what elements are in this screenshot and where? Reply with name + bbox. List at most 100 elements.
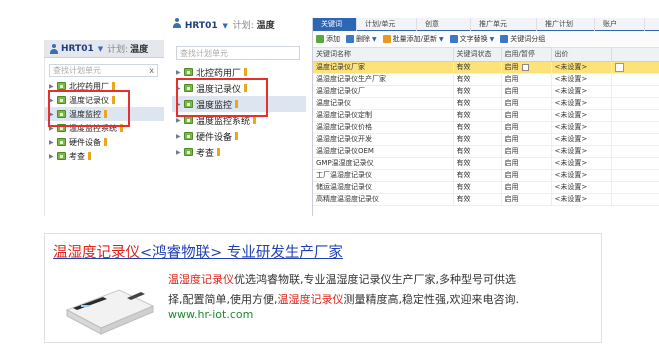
enabled-cell[interactable]: 启用 [501,145,552,158]
table-row[interactable]: 温湿度记录仪开发 有效 启用 <未设置> [313,133,659,146]
table-row[interactable]: 温湿度记录仪生产厂家 有效 启用 <未设置> [313,73,659,86]
tree-item[interactable]: ▶ 温度监控系统 [172,112,306,128]
table-row[interactable]: 温湿度记录仪价格 有效 启用 <未设置> [313,121,659,134]
bid-cell[interactable]: <未设置> [551,121,612,134]
column-header[interactable]: 关键词名称 [313,48,454,62]
tab-creative[interactable]: 创意 [417,18,471,31]
edit-cell[interactable] [611,193,659,206]
expand-arrow-icon[interactable]: ▶ [49,139,56,146]
status-cell[interactable]: 有效 [453,133,502,146]
chevron-down-icon[interactable]: ▼ [372,36,377,43]
enabled-cell[interactable]: 启用 [501,109,552,122]
status-cell[interactable]: 有效 [453,61,502,74]
edit-cell[interactable] [611,97,659,110]
delete-button[interactable]: 删除 ▼ [346,34,377,44]
edit-icon[interactable] [614,62,624,72]
keyword-cell[interactable]: 温度记录仪厂家 [313,61,454,74]
keyword-cell[interactable]: GMP温湿度记录仪 [313,157,454,170]
enabled-cell[interactable]: 启用 [501,73,552,86]
status-cell[interactable]: 有效 [453,73,502,86]
tree-item[interactable]: ▶ 考查 [45,149,164,163]
chevron-down-icon[interactable]: ▼ [222,22,227,30]
search-input[interactable]: 查找计划单元 [176,46,300,60]
keyword-cell[interactable]: 温湿度记录仪定制 [313,109,454,122]
status-cell[interactable]: 有效 [453,109,502,122]
table-row[interactable]: 工厂温湿度记录仪 有效 启用 <未设置> [313,169,659,182]
keyword-cell[interactable]: 温湿度记录仪生产厂家 [313,73,454,86]
enabled-cell[interactable]: 启用 [501,61,552,74]
bid-cell[interactable]: <未设置> [551,133,612,146]
column-header[interactable]: 关键词状态 [453,48,502,62]
chevron-down-icon[interactable]: ▼ [98,45,103,53]
table-row[interactable]: 温湿度记录仪OEM 有效 启用 <未设置> [313,145,659,158]
expand-arrow-icon[interactable]: ▶ [49,83,56,90]
add-button[interactable]: 添加 [316,34,340,44]
tree-item[interactable]: ▶ 北控药用厂 [172,64,306,80]
keyword-cell[interactable]: 储运温湿度记录仪 [313,181,454,194]
tree-item[interactable]: ▶ 硬件设备 [45,135,164,149]
tree-item[interactable]: ▶ 温度记录仪 [45,93,164,107]
expand-arrow-icon[interactable]: ▶ [49,153,56,160]
tree-item-selected[interactable]: ▶ 温度监控 [172,96,306,112]
bid-cell[interactable]: <未设置> [551,169,612,182]
keyword-cell[interactable]: 高精度温湿度记录仪 [313,193,454,206]
keyword-cell[interactable]: 温度记录仪 [313,97,454,110]
enabled-cell[interactable]: 启用 [501,157,552,170]
account-name[interactable]: HRT01 [61,44,94,54]
edit-cell[interactable] [611,73,659,86]
bid-cell[interactable]: <未设置> [551,85,612,98]
tab-account[interactable]: 账户 [595,18,645,31]
tab-promo-plan[interactable]: 推广计划 [537,18,595,31]
enabled-cell[interactable]: 启用 [501,85,552,98]
edit-cell[interactable] [611,169,659,182]
status-cell[interactable]: 有效 [453,121,502,134]
enabled-cell[interactable]: 启用 [501,193,552,206]
bid-cell[interactable]: <未设置> [551,181,612,194]
ad-display-url[interactable]: www.hr-iot.com [168,308,253,321]
bid-cell[interactable]: <未设置> [551,97,612,110]
bulk-edit-button[interactable]: 批量添加/更新 ▼ [382,34,444,44]
status-cell[interactable]: 有效 [453,145,502,158]
tree-item[interactable]: ▶ 考查 [172,144,306,160]
search-input[interactable]: 查找计划单元 x [49,64,158,77]
status-cell[interactable]: 有效 [453,85,502,98]
bid-cell[interactable]: <未设置> [551,193,612,206]
edit-cell[interactable] [611,121,659,134]
edit-cell[interactable] [611,145,659,158]
enabled-cell[interactable]: 启用 [501,121,552,134]
enabled-cell[interactable]: 启用 [501,133,552,146]
tab-promo-unit[interactable]: 推广单元 [471,18,537,31]
keyword-cell[interactable]: 温湿度记录仪开发 [313,133,454,146]
edit-cell[interactable] [611,133,659,146]
table-row[interactable]: 高精度温湿度记录仪 有效 启用 <未设置> [313,193,659,206]
table-row[interactable]: GMP温湿度记录仪 有效 启用 <未设置> [313,157,659,170]
tree-item[interactable]: ▶ 温度监控系统 [45,121,164,135]
table-row[interactable]: 温度记录仪厂家 有效 启用 <未设置> [313,61,659,74]
chevron-down-icon[interactable]: ▼ [490,36,495,43]
enabled-cell[interactable]: 启用 [501,181,552,194]
text-replace-button[interactable]: 文字替换 ▼ [449,34,495,44]
expand-arrow-icon[interactable]: ▶ [49,125,56,132]
table-row[interactable]: 温度记录仪 有效 启用 <未设置> [313,97,659,110]
column-header[interactable]: 出价 [551,48,612,62]
bid-cell[interactable]: <未设置> [551,73,612,86]
edit-cell[interactable] [611,109,659,122]
keyword-cell[interactable]: 工厂温湿度记录仪 [313,169,454,182]
tree-item[interactable]: ▶ 温度记录仪 [172,80,306,96]
status-cell[interactable]: 有效 [453,169,502,182]
expand-arrow-icon[interactable]: ▶ [49,111,56,118]
enabled-cell[interactable]: 启用 [501,97,552,110]
edit-cell[interactable] [611,85,659,98]
edit-cell[interactable] [611,61,659,74]
keyword-cell[interactable]: 温湿度记录仪价格 [313,121,454,134]
status-cell[interactable]: 有效 [453,181,502,194]
expand-arrow-icon[interactable]: ▶ [49,97,56,104]
table-row[interactable]: 储运温湿度记录仪 有效 启用 <未设置> [313,181,659,194]
tree-item[interactable]: ▶ 北控药用厂 [45,79,164,93]
status-cell[interactable]: 有效 [453,157,502,170]
checkbox[interactable] [521,63,529,71]
bid-cell[interactable]: <未设置> [551,109,612,122]
status-cell[interactable]: 有效 [453,193,502,206]
edit-cell[interactable] [611,181,659,194]
bid-cell[interactable]: <未设置> [551,61,612,74]
